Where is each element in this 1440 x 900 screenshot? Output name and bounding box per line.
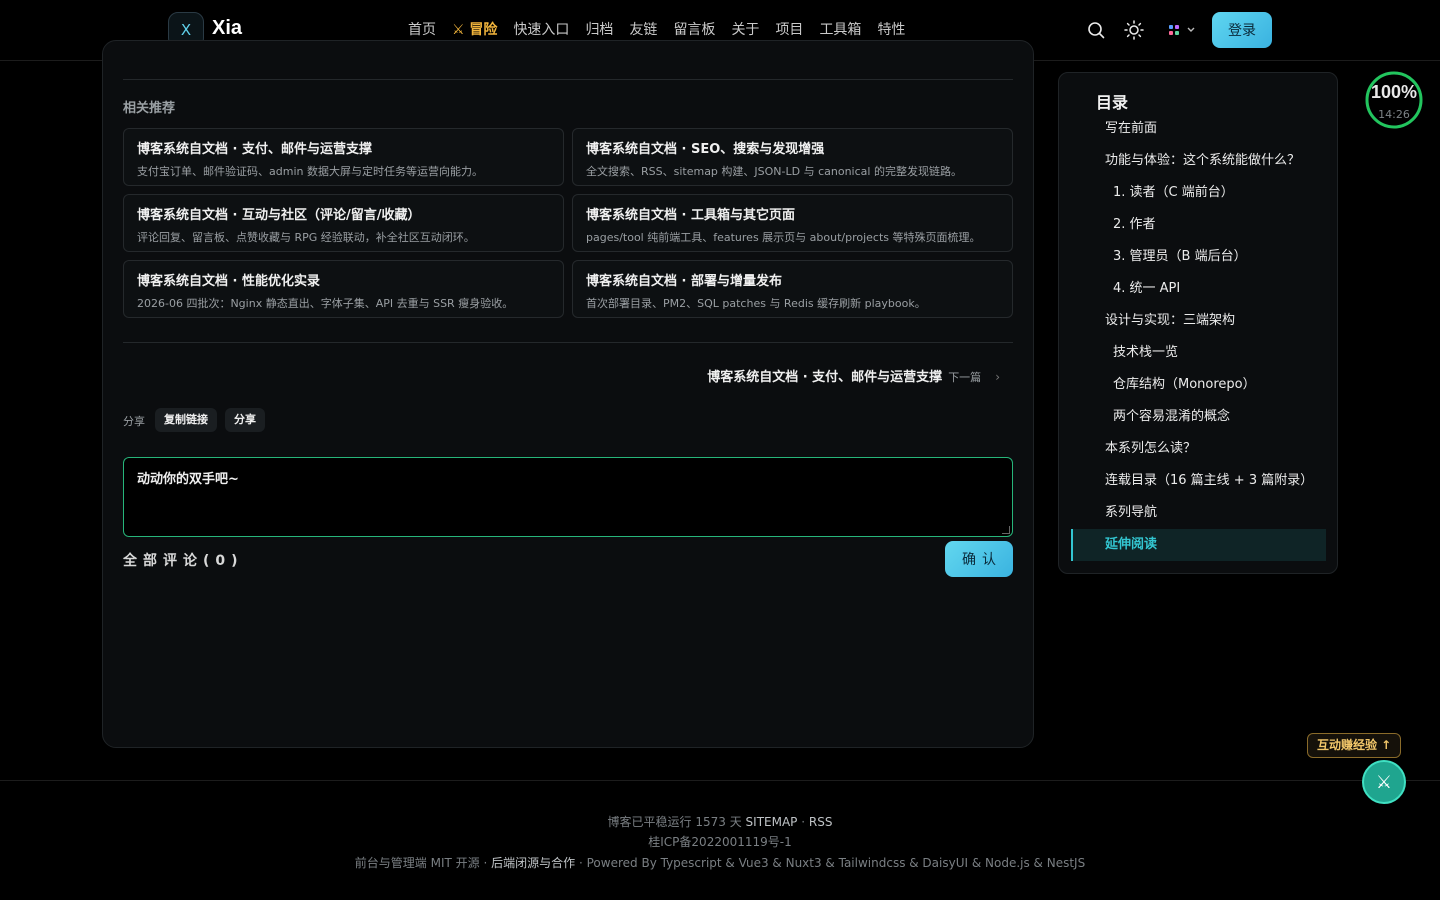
related-card[interactable]: 博客系统自文档 · 支付、邮件与运营支撑 支付宝订单、邮件验证码、admin 数… xyxy=(123,128,564,186)
related-card-desc: 全文搜索、RSS、sitemap 构建、JSON-LD 与 canonical … xyxy=(586,165,962,178)
dot-separator: · xyxy=(801,815,806,829)
toc-item[interactable]: 4. 统一 API xyxy=(1071,273,1326,305)
next-post-title: 博客系统自文档 · 支付、邮件与运营支撑 xyxy=(707,370,943,385)
dot-separator: · xyxy=(578,856,583,870)
related-card-desc: pages/tool 纯前端工具、features 展示页与 about/pro… xyxy=(586,231,981,244)
chevron-right-icon: › xyxy=(995,370,1000,384)
related-card-desc: 首次部署目录、PM2、SQL patches 与 Redis 缓存刷新 play… xyxy=(586,297,926,310)
share-label: 分享 xyxy=(123,415,145,428)
toc-item[interactable]: 3. 管理员（B 端后台） xyxy=(1071,241,1326,273)
related-section-title: 相关推荐 xyxy=(123,101,176,116)
toc-item[interactable]: 1. 读者（C 端前台） xyxy=(1071,177,1326,209)
resize-handle-icon[interactable] xyxy=(1002,526,1010,534)
logo-letter: X xyxy=(180,21,192,39)
toc-item[interactable]: 系列导航 xyxy=(1071,497,1326,529)
app-grid-icon[interactable] xyxy=(1164,18,1200,42)
comment-count-title: 全部评论(0) xyxy=(123,553,244,569)
toc-item[interactable]: 连载目录（16 篇主线 + 3 篇附录） xyxy=(1071,465,1326,497)
site-name[interactable]: Xia xyxy=(212,17,242,40)
progress-time: 14:26 xyxy=(1378,108,1410,121)
sword-icon[interactable]: ⚔ xyxy=(1362,760,1406,804)
related-card-title: 博客系统自文档 · SEO、搜索与发现增强 xyxy=(586,142,825,157)
related-card-title: 博客系统自文档 · 性能优化实录 xyxy=(137,274,320,289)
related-card-title: 博客系统自文档 · 部署与增量发布 xyxy=(586,274,782,289)
toc-item[interactable]: 设计与实现：三端架构 xyxy=(1071,305,1326,337)
submit-comment-button[interactable]: 确认 xyxy=(945,541,1013,577)
next-post-label: 下一篇 xyxy=(948,371,982,384)
divider xyxy=(123,79,1013,80)
table-of-contents: 目录 写在前面 功能与体验：这个系统能做什么？ 1. 读者（C 端前台） 2. … xyxy=(1058,72,1338,574)
search-icon[interactable] xyxy=(1084,18,1108,42)
comment-placeholder: 动动你的双手吧~ xyxy=(137,472,239,487)
related-card[interactable]: 博客系统自文档 · 互动与社区（评论/留言/收藏） 评论回复、留言板、点赞收藏与… xyxy=(123,194,564,252)
share-button[interactable]: 分享 xyxy=(225,408,265,432)
rss-link[interactable]: RSS xyxy=(809,815,833,829)
progress-percent: 100% xyxy=(1370,82,1418,102)
copy-link-button[interactable]: 复制链接 xyxy=(155,408,217,432)
toc-title: 目录 xyxy=(1096,93,1129,112)
next-post-link[interactable]: 博客系统自文档 · 支付、邮件与运营支撑 下一篇 › xyxy=(707,366,1000,385)
divider xyxy=(123,342,1013,343)
reading-progress[interactable]: 100% 14:26 xyxy=(1364,70,1424,130)
footer-divider xyxy=(0,780,1440,781)
dot-separator: · xyxy=(483,856,488,870)
toc-item[interactable]: 写在前面 xyxy=(1071,113,1326,145)
theme-sun-icon[interactable] xyxy=(1122,18,1146,42)
related-card-desc: 2026-06 四批次：Nginx 静态直出、字体子集、API 去重与 SSR … xyxy=(137,297,514,310)
footer-line-uptime: 博客已平稳运行 1573 天 SITEMAP · RSS xyxy=(0,813,1440,830)
related-card-desc: 支付宝订单、邮件验证码、admin 数据大屏与定时任务等运营向能力。 xyxy=(137,165,483,178)
toc-item[interactable]: 2. 作者 xyxy=(1071,209,1326,241)
powered-by-text: Powered By Typescript & Vue3 & Nuxt3 & T… xyxy=(586,856,1086,870)
related-card[interactable]: 博客系统自文档 · 部署与增量发布 首次部署目录、PM2、SQL patches… xyxy=(572,260,1013,318)
related-card-title: 博客系统自文档 · 互动与社区（评论/留言/收藏） xyxy=(137,208,421,223)
related-card[interactable]: 博客系统自文档 · 工具箱与其它页面 pages/tool 纯前端工具、feat… xyxy=(572,194,1013,252)
related-card[interactable]: 博客系统自文档 · 性能优化实录 2026-06 四批次：Nginx 静态直出、… xyxy=(123,260,564,318)
backend-cooperation-link[interactable]: 后端闭源与合作 xyxy=(491,856,575,870)
toc-item[interactable]: 本系列怎么读？ xyxy=(1071,433,1326,465)
xp-badge[interactable]: 互动赚经验 ↑ xyxy=(1307,733,1402,758)
footer-line-credits: 前台与管理端 MIT 开源 · 后端闭源与合作 · Powered By Typ… xyxy=(0,854,1440,871)
toc-item[interactable]: 功能与体验：这个系统能做什么？ xyxy=(1071,145,1326,177)
related-card[interactable]: 博客系统自文档 · SEO、搜索与发现增强 全文搜索、RSS、sitemap 构… xyxy=(572,128,1013,186)
sitemap-link[interactable]: SITEMAP xyxy=(746,815,798,829)
login-button[interactable]: 登录 xyxy=(1212,12,1272,48)
related-card-desc: 评论回复、留言板、点赞收藏与 RPG 经验联动，补全社区互动闭环。 xyxy=(137,231,475,244)
icp-link[interactable]: 桂ICP备2022001119号-1 xyxy=(0,833,1440,850)
comment-input[interactable]: 动动你的双手吧~ xyxy=(123,457,1013,537)
toc-item[interactable]: 技术栈一览 xyxy=(1071,337,1326,369)
toc-item[interactable]: 仓库结构（Monorepo） xyxy=(1071,369,1326,401)
related-card-title: 博客系统自文档 · 支付、邮件与运营支撑 xyxy=(137,142,372,157)
open-source-text: 前台与管理端 MIT 开源 xyxy=(354,856,480,870)
toc-item[interactable]: 两个容易混淆的概念 xyxy=(1071,401,1326,433)
related-card-title: 博客系统自文档 · 工具箱与其它页面 xyxy=(586,208,795,223)
toc-item-active[interactable]: 延伸阅读 xyxy=(1071,529,1326,561)
uptime-text: 博客已平稳运行 1573 天 xyxy=(607,815,742,829)
